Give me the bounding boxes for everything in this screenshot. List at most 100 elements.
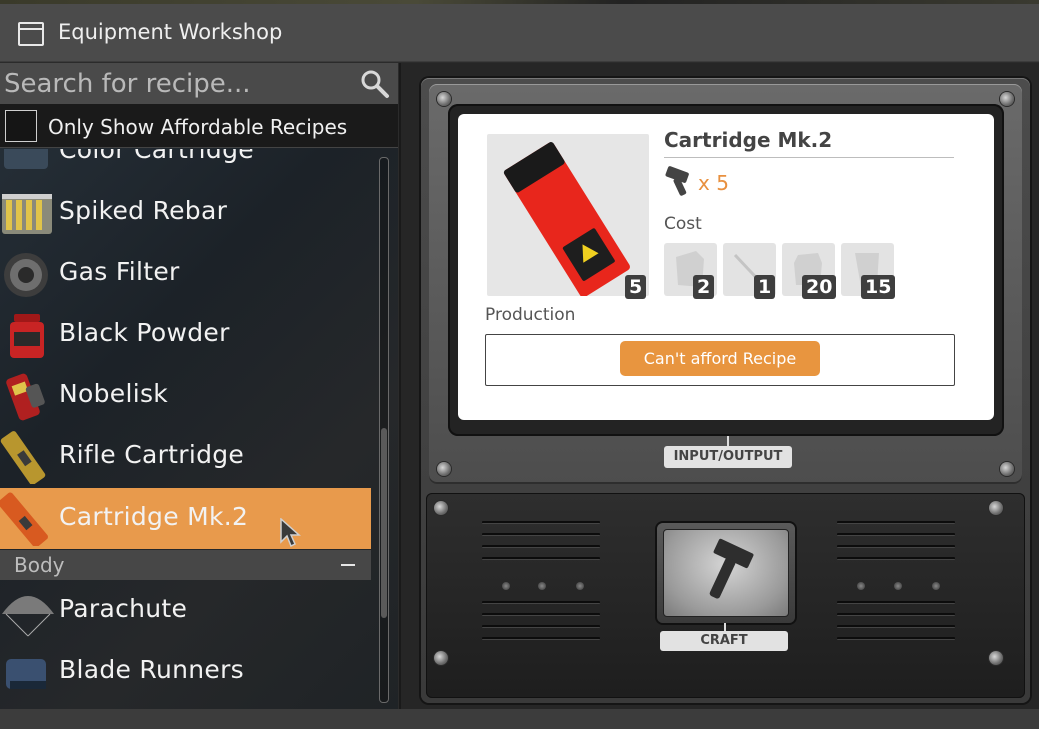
vent (482, 601, 600, 604)
craft-console: CRAFT (426, 493, 1025, 698)
vent (837, 637, 955, 640)
search-icon[interactable] (360, 69, 390, 99)
parachute-icon (2, 596, 54, 637)
recipe-label: Gas Filter (59, 257, 180, 286)
cost-slot: 1 (723, 243, 776, 299)
cost-slot: 2 (664, 243, 717, 299)
recipe-item-blade-runners[interactable]: Blade Runners (0, 641, 371, 702)
production-label: Production (485, 305, 576, 325)
cartridge-mk2-icon (0, 492, 48, 546)
recipe-label: Nobelisk (59, 379, 169, 408)
recipe-item-black-powder[interactable]: Black Powder (0, 304, 371, 365)
cost-quantity: 15 (861, 275, 896, 299)
production-box: Can't afford Recipe (485, 334, 955, 386)
black-powder-icon (10, 314, 44, 358)
search-input[interactable] (4, 63, 354, 104)
indicator-light (857, 582, 865, 590)
craft-button[interactable] (663, 529, 789, 617)
cost-quantity: 1 (754, 275, 776, 299)
vent (482, 613, 600, 616)
vent (482, 533, 600, 536)
hammer-icon (665, 166, 689, 196)
equipment-workshop-window: Equipment Workshop Only Show Affordable … (0, 0, 1039, 729)
recipe-list: Color Cartridge Spiked Rebar Gas Filter … (0, 149, 372, 709)
recipe-label: Blade Runners (59, 655, 244, 684)
output-quantity-badge: 5 (625, 275, 647, 299)
affordable-checkbox[interactable] (5, 110, 37, 142)
recipe-item-gas-filter[interactable]: Gas Filter (0, 243, 371, 304)
indicator-light (576, 582, 584, 590)
screw-icon (437, 462, 451, 476)
window-title: Equipment Workshop (58, 20, 283, 44)
category-label: Body (14, 553, 65, 577)
affordable-filter-row[interactable]: Only Show Affordable Recipes (0, 104, 398, 148)
display-bezel: 5 Cartridge Mk.2 x 5 Cost 2 1 20 15 Prod… (448, 104, 1004, 436)
recipe-item-rifle-cartridge[interactable]: Rifle Cartridge (0, 426, 371, 487)
vent (482, 545, 600, 548)
cost-label: Cost (664, 214, 702, 234)
divider (664, 157, 954, 158)
screw-icon (989, 651, 1003, 665)
vent (837, 557, 955, 560)
vent (837, 613, 955, 616)
recipe-scrollbar[interactable] (379, 157, 389, 703)
hammer-icon (709, 538, 754, 599)
vent (482, 637, 600, 640)
spiked-rebar-icon (2, 194, 52, 234)
cartridge-mk2-icon (503, 141, 630, 298)
vent (482, 625, 600, 628)
vent (837, 625, 955, 628)
rifle-cartridge-icon (0, 431, 46, 484)
gas-filter-icon (4, 253, 48, 297)
screw-icon (1000, 92, 1014, 106)
recipe-item-color-cartridge[interactable]: Color Cartridge (0, 149, 371, 182)
scrollbar-thumb[interactable] (381, 428, 387, 618)
search-bar (0, 63, 398, 104)
screw-icon (437, 92, 451, 106)
vent (837, 533, 955, 536)
item-name: Cartridge Mk.2 (664, 128, 833, 152)
vent (837, 521, 955, 524)
window-icon (18, 22, 44, 46)
cost-slot: 15 (841, 243, 896, 299)
display-frame: 5 Cartridge Mk.2 x 5 Cost 2 1 20 15 Prod… (429, 84, 1022, 484)
blade-runners-icon (6, 659, 46, 689)
workbench-machine: 5 Cartridge Mk.2 x 5 Cost 2 1 20 15 Prod… (421, 78, 1030, 703)
screw-icon (989, 501, 1003, 515)
screw-icon (1000, 462, 1014, 476)
indicator-light (932, 582, 940, 590)
color-cartridge-icon (4, 149, 48, 169)
cant-afford-button[interactable]: Can't afford Recipe (620, 341, 820, 376)
recipe-item-spiked-rebar[interactable]: Spiked Rebar (0, 182, 371, 243)
craft-label[interactable]: CRAFT (660, 631, 788, 651)
screw-icon (434, 501, 448, 515)
screw-icon (434, 651, 448, 665)
recipe-item-cartridge-mk2[interactable]: Cartridge Mk.2 (0, 488, 371, 549)
workshop-machine-panel: 5 Cartridge Mk.2 x 5 Cost 2 1 20 15 Prod… (399, 63, 1039, 709)
cost-quantity: 2 (693, 275, 715, 299)
nobelisk-icon (6, 373, 45, 421)
mouse-cursor-icon (280, 518, 301, 548)
recipe-item-nobelisk[interactable]: Nobelisk (0, 365, 371, 426)
recipe-label: Spiked Rebar (59, 196, 228, 225)
cost-quantity: 20 (802, 275, 837, 299)
recipe-label: Parachute (59, 594, 188, 623)
bottom-bar (0, 709, 1039, 729)
recipe-label: Rifle Cartridge (59, 440, 245, 469)
item-preview: 5 (487, 134, 649, 299)
affordable-filter-label: Only Show Affordable Recipes (48, 115, 348, 139)
vent (482, 557, 600, 560)
vent (837, 601, 955, 604)
recipe-detail-screen: 5 Cartridge Mk.2 x 5 Cost 2 1 20 15 Prod… (458, 114, 994, 420)
indicator-light (538, 582, 546, 590)
recipe-label: Cartridge Mk.2 (59, 502, 249, 531)
craft-multiplier: x 5 (698, 171, 729, 195)
recipe-label: Black Powder (59, 318, 230, 347)
recipe-item-parachute[interactable]: Parachute (0, 580, 371, 641)
cost-slot: 20 (782, 243, 837, 299)
indicator-light (502, 582, 510, 590)
title-bar: Equipment Workshop (0, 4, 1039, 62)
input-output-label[interactable]: INPUT/OUTPUT (664, 446, 792, 468)
category-body[interactable]: Body (0, 550, 371, 580)
collapse-icon[interactable] (341, 564, 355, 566)
